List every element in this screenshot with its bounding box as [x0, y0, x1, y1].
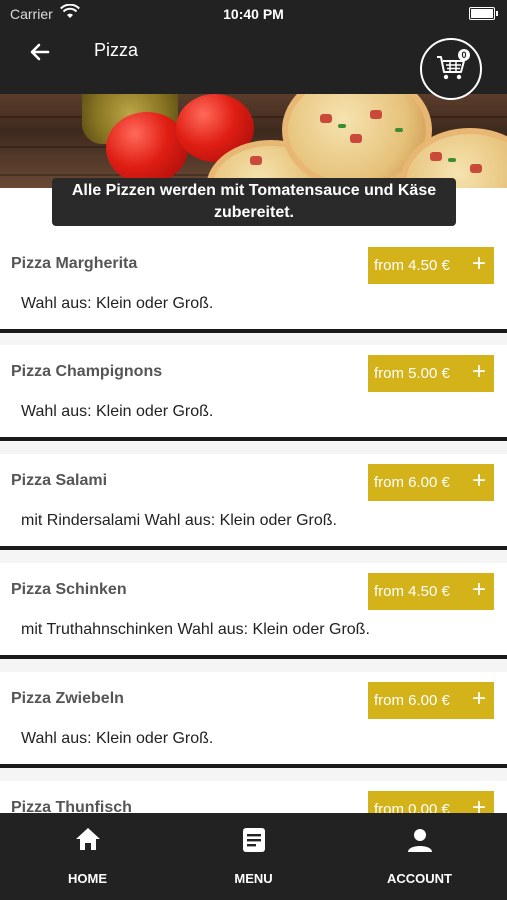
price-label: from 4.50 € [374, 583, 450, 600]
price-label: from 4.50 € [374, 257, 450, 274]
bottom-tab-bar: HOME MENU ACCOUNT [0, 813, 507, 900]
add-to-cart-button[interactable]: from 6.00 € + [368, 682, 494, 719]
home-icon [3, 827, 172, 856]
list-item[interactable]: Pizza Thunfisch from 0.00 € + [0, 781, 507, 813]
category-hero-image [0, 94, 507, 188]
product-description: Wahl aus: Klein oder Groß. [21, 403, 214, 420]
product-name: Pizza Champignons [11, 363, 163, 380]
add-to-cart-button[interactable]: from 4.50 € + [368, 573, 494, 610]
product-description: Wahl aus: Klein oder Groß. [21, 730, 214, 747]
add-to-cart-button[interactable]: from 6.00 € + [368, 464, 494, 501]
tab-label: MENU [234, 871, 273, 886]
product-name: Pizza Zwiebeln [11, 690, 124, 707]
plus-icon: + [471, 794, 486, 813]
add-to-cart-button[interactable]: from 4.50 € + [368, 247, 494, 284]
page-title: Pizza [94, 40, 139, 60]
tab-menu[interactable]: MENU [169, 813, 338, 900]
plus-icon: + [471, 467, 486, 494]
product-name: Pizza Salami [11, 472, 108, 489]
plus-icon: + [471, 250, 486, 277]
status-bar: Carrier 10:40 PM [0, 0, 507, 28]
menu-icon [169, 827, 338, 858]
product-description: Wahl aus: Klein oder Groß. [21, 295, 214, 312]
info-notice: Alle Pizzen werden mit Tomatensauce und … [52, 178, 456, 226]
arrow-left-icon[interactable] [26, 38, 54, 66]
plus-icon: + [471, 358, 486, 385]
price-label: from 6.00 € [374, 474, 450, 491]
price-label: from 0.00 € [374, 801, 450, 813]
account-icon [335, 827, 504, 858]
list-item[interactable]: Pizza Margherita from 4.50 € + Wahl aus:… [0, 237, 507, 333]
list-item[interactable]: Pizza Zwiebeln from 6.00 € + Wahl aus: K… [0, 672, 507, 768]
product-name: Pizza Schinken [11, 581, 127, 598]
add-to-cart-button[interactable]: from 5.00 € + [368, 355, 494, 392]
tab-account[interactable]: ACCOUNT [335, 813, 504, 900]
plus-icon: + [471, 576, 486, 603]
tab-home[interactable]: HOME [3, 813, 172, 900]
plus-icon: + [471, 685, 486, 712]
cart-button[interactable]: 0 [420, 38, 482, 100]
list-item[interactable]: Pizza Champignons from 5.00 € + Wahl aus… [0, 345, 507, 441]
add-to-cart-button[interactable]: from 0.00 € + [368, 791, 494, 813]
price-label: from 6.00 € [374, 692, 450, 709]
list-item[interactable]: Pizza Schinken from 4.50 € + mit Truthah… [0, 563, 507, 659]
list-item[interactable]: Pizza Salami from 6.00 € + mit Rindersal… [0, 454, 507, 550]
product-description: mit Rindersalami Wahl aus: Klein oder Gr… [21, 512, 337, 529]
status-time: 10:40 PM [223, 6, 284, 22]
tab-label: ACCOUNT [387, 871, 452, 886]
product-name: Pizza Margherita [11, 255, 138, 272]
product-name: Pizza Thunfisch [11, 799, 132, 813]
product-description: mit Truthahnschinken Wahl aus: Klein ode… [21, 621, 370, 638]
cart-count-badge: 0 [458, 49, 470, 61]
product-list[interactable]: Pizza Margherita from 4.50 € + Wahl aus:… [0, 237, 507, 813]
battery-icon [469, 7, 498, 20]
tab-label: HOME [68, 871, 107, 886]
price-label: from 5.00 € [374, 365, 450, 382]
